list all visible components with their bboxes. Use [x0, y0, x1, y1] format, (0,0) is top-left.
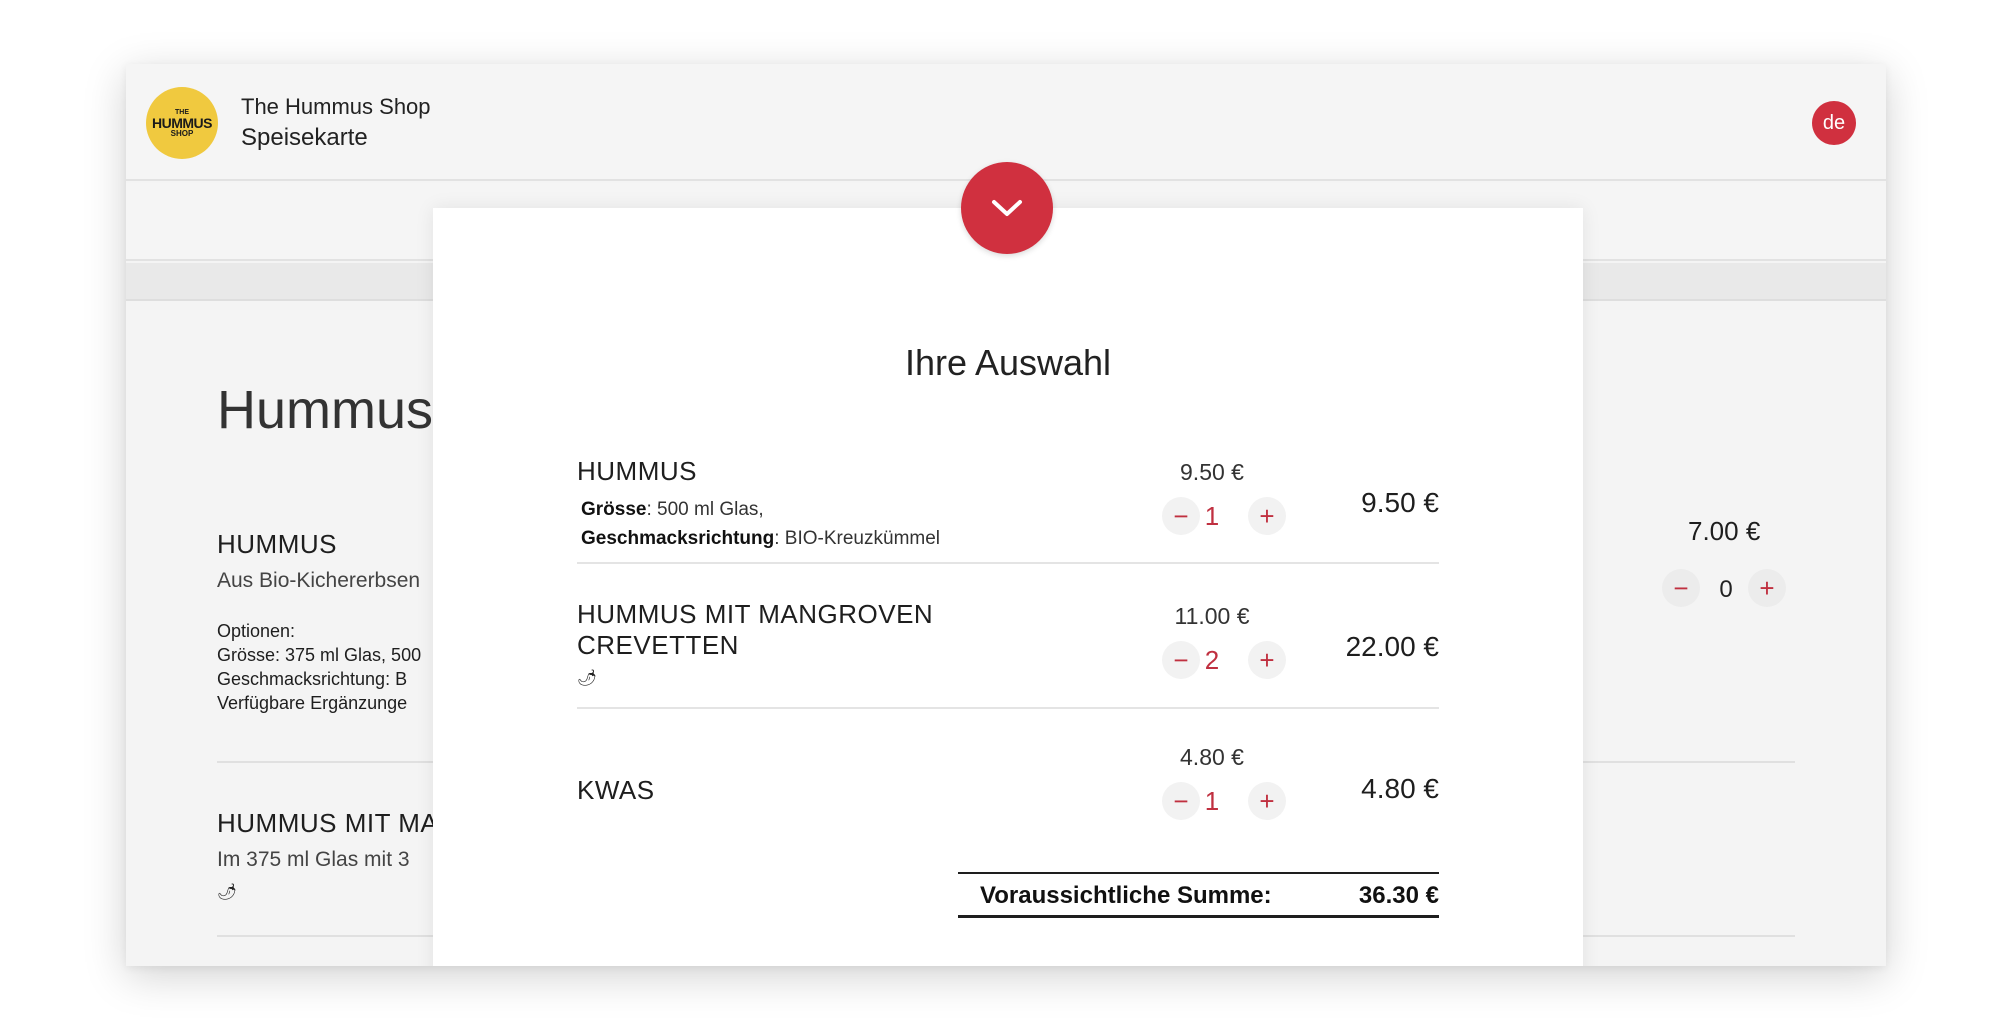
cart-item-increase-button[interactable]: + [1248, 497, 1286, 535]
chili-pepper-icon: 🌶 [577, 670, 598, 687]
cart-item-total: 22.00 € [1345, 631, 1439, 662]
cart-item-unit-price: 4.80 € [1180, 744, 1244, 770]
cart-divider [577, 562, 1439, 564]
cart-item-decrease-button[interactable]: − [1162, 782, 1200, 820]
menu-item-description: Im 375 ml Glas mit 3 [217, 848, 410, 871]
cart-item-name: KWAS [577, 775, 655, 805]
cart-item-name-line2: CREVETTEN [577, 630, 739, 660]
cart-item-increase-button[interactable]: + [1248, 641, 1286, 679]
sum-label: Voraussichtliche Summe: [980, 882, 1272, 909]
cart-item-total: 4.80 € [1361, 773, 1439, 804]
menu-item-name: HUMMUS [217, 529, 337, 559]
cart-item-name: HUMMUS [577, 456, 697, 486]
menu-item-description: Aus Bio-Kichererbsen [217, 569, 421, 592]
sum-value: 36.30 € [1358, 882, 1439, 909]
collapse-cart-button[interactable] [961, 162, 1053, 254]
menu-item-increase-button[interactable]: + [1748, 569, 1786, 607]
menu-item-option: Verfügbare Ergänzunge [217, 693, 408, 713]
menu-item-option: Geschmacksrichtung: B [217, 669, 408, 689]
chevron-down-icon [992, 200, 1022, 216]
option-label: Grösse [581, 499, 647, 520]
option-label: Geschmacksrichtung [581, 528, 775, 549]
screen: THE HUMMUS SHOP The Hummus Shop Speiseka… [0, 0, 2000, 1026]
menu-item-option: Grösse: 375 ml Glas, 500 [217, 645, 422, 665]
menu-item-name: HUMMUS MIT MA [217, 808, 439, 838]
cart-item-quantity: 1 [1204, 501, 1220, 531]
cart-item-unit-price: 11.00 € [1174, 603, 1250, 629]
cart-item-total: 9.50 € [1361, 487, 1439, 518]
menu-item-decrease-button[interactable]: − [1662, 569, 1700, 607]
language-switcher-button[interactable]: de [1812, 101, 1856, 145]
shop-logo[interactable]: THE HUMMUS SHOP [146, 87, 218, 159]
option-value: : 500 ml Glas, [646, 499, 764, 520]
option-value: : BIO-Kreuzkümmel [774, 528, 941, 549]
menu-item-quantity: 0 [1719, 576, 1733, 603]
cart-item-increase-button[interactable]: + [1248, 782, 1286, 820]
cart-item-decrease-button[interactable]: − [1162, 641, 1200, 679]
cart-item-quantity: 1 [1204, 786, 1220, 816]
cart-summary: Voraussichtliche Summe: 36.30 € [958, 872, 1439, 918]
logo-text-shop: SHOP [170, 128, 194, 138]
page-subtitle: Speisekarte [241, 124, 368, 151]
cart-item-name: HUMMUS MIT MANGROVEN [577, 599, 934, 629]
cart-modal: Ihre Auswahl HUMMUS Grösse: 500 ml Glas,… [433, 208, 1583, 966]
menu-item-options-heading: Optionen: [217, 621, 296, 641]
chili-pepper-icon: 🌶 [217, 884, 238, 901]
cart-item-option: Geschmacksrichtung: BIO-Kreuzkümmel [581, 524, 940, 553]
shop-name: The Hummus Shop [241, 94, 431, 119]
cart-item-decrease-button[interactable]: − [1162, 497, 1200, 535]
menu-item-price: 7.00 € [1688, 516, 1761, 546]
category-title: Hummus [217, 380, 434, 440]
logo-text-hummus: HUMMUS [152, 114, 213, 131]
cart-item-unit-price: 9.50 € [1180, 459, 1244, 485]
cart-item-option: Grösse: 500 ml Glas, [581, 495, 764, 524]
cart-title: Ihre Auswahl [904, 342, 1112, 383]
app-window: THE HUMMUS SHOP The Hummus Shop Speiseka… [126, 64, 1886, 966]
cart-item-quantity: 2 [1204, 645, 1220, 675]
cart-divider [577, 707, 1439, 709]
